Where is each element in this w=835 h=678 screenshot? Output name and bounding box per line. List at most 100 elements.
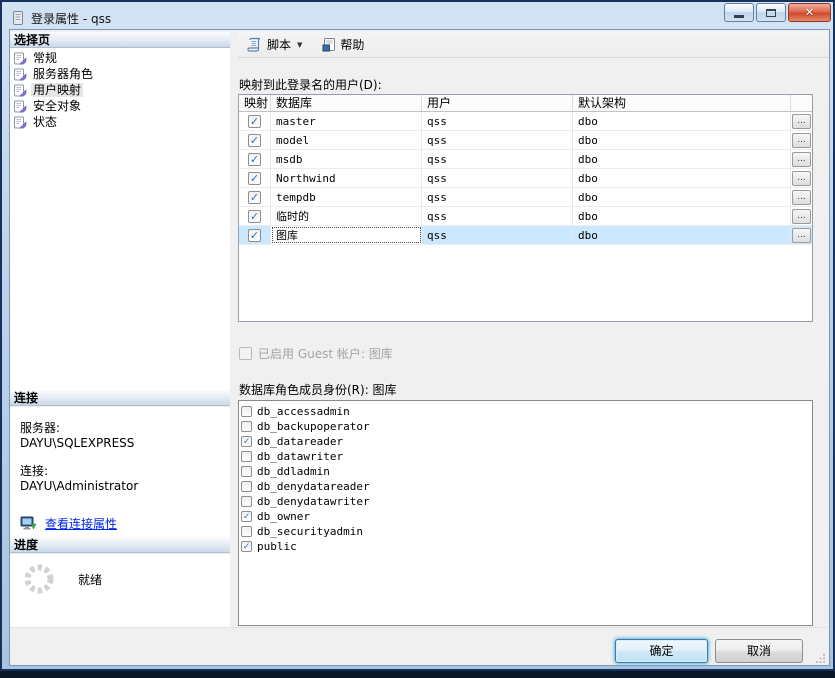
browse-schema-button[interactable]: ...	[792, 171, 811, 186]
user-cell[interactable]: qss	[422, 150, 573, 168]
schema-cell[interactable]: dbo	[573, 226, 791, 244]
role-list-item[interactable]: db_ddladmin	[241, 464, 812, 479]
window-frame: 登录属性 - qss ✕ 选择页 常规	[0, 0, 835, 671]
guest-enabled-checkbox	[239, 347, 252, 360]
mapped-checkbox[interactable]: ✓	[248, 115, 261, 128]
script-button[interactable]: 脚本 ▼	[244, 34, 305, 55]
database-cell[interactable]: msdb	[271, 150, 422, 168]
database-cell[interactable]: tempdb	[271, 188, 422, 206]
column-header-database[interactable]: 数据库	[271, 95, 422, 111]
connection-properties-icon	[20, 516, 37, 531]
schema-cell[interactable]: dbo	[573, 207, 791, 225]
role-list-item[interactable]: ✓ db_owner	[241, 509, 812, 524]
help-button[interactable]: 帮助	[319, 34, 367, 55]
column-header-user[interactable]: 用户	[422, 95, 573, 111]
table-row[interactable]: ✓ 图库 qss dbo ...	[239, 226, 812, 245]
database-cell[interactable]: 临时的	[271, 207, 422, 225]
role-checkbox[interactable]	[241, 481, 252, 492]
close-button[interactable]: ✕	[788, 3, 831, 22]
user-cell[interactable]: qss	[422, 169, 573, 187]
close-icon: ✕	[805, 6, 814, 19]
database-cell[interactable]: Northwind	[271, 169, 422, 187]
role-checkbox[interactable]	[241, 406, 252, 417]
connection-header: 连接	[10, 390, 230, 406]
table-row[interactable]: ✓ model qss dbo ...	[239, 131, 812, 150]
browse-schema-button[interactable]: ...	[792, 209, 811, 224]
resize-grip[interactable]	[816, 653, 826, 663]
database-cell[interactable]: 图库	[271, 226, 422, 244]
mapped-checkbox[interactable]: ✓	[248, 229, 261, 242]
mapped-checkbox[interactable]: ✓	[248, 153, 261, 166]
role-checkbox[interactable]: ✓	[241, 541, 252, 552]
role-list-item[interactable]: db_securityadmin	[241, 524, 812, 539]
schema-cell[interactable]: dbo	[573, 150, 791, 168]
sidebar-page-item[interactable]: 服务器角色	[10, 66, 230, 82]
role-checkbox[interactable]: ✓	[241, 436, 252, 447]
role-list-item[interactable]: db_denydatawriter	[241, 494, 812, 509]
role-checkbox[interactable]: ✓	[241, 511, 252, 522]
schema-cell[interactable]: dbo	[573, 188, 791, 206]
minimize-button[interactable]	[724, 3, 754, 22]
mapped-checkbox[interactable]: ✓	[248, 191, 261, 204]
browse-schema-button[interactable]: ...	[792, 228, 811, 243]
role-list-item[interactable]: ✓ db_datareader	[241, 434, 812, 449]
role-list-item[interactable]: db_denydatareader	[241, 479, 812, 494]
role-list-item[interactable]: db_accessadmin	[241, 404, 812, 419]
role-checkbox[interactable]	[241, 421, 252, 432]
table-row[interactable]: ✓ 临时的 qss dbo ...	[239, 207, 812, 226]
cancel-button[interactable]: 取消	[715, 639, 803, 663]
titlebar[interactable]: 登录属性 - qss	[12, 7, 823, 29]
sidebar-page-item[interactable]: 安全对象	[10, 98, 230, 114]
server-value: DAYU\SQLEXPRESS	[20, 436, 230, 450]
maximize-icon	[766, 9, 776, 17]
role-list-item[interactable]: db_datawriter	[241, 449, 812, 464]
database-cell[interactable]: master	[271, 112, 422, 130]
browse-schema-button[interactable]: ...	[792, 190, 811, 205]
login-properties-icon	[12, 10, 25, 26]
browse-schema-button[interactable]: ...	[792, 114, 811, 129]
user-cell[interactable]: qss	[422, 207, 573, 225]
sidebar-page-item[interactable]: 状态	[10, 114, 230, 130]
sidebar-page-item[interactable]: 常规	[10, 50, 230, 66]
mapped-checkbox[interactable]: ✓	[248, 172, 261, 185]
schema-cell[interactable]: dbo	[573, 112, 791, 130]
sidebar-page-label: 服务器角色	[31, 67, 95, 81]
mapped-checkbox[interactable]: ✓	[248, 134, 261, 147]
database-roles-listbox[interactable]: db_accessadmin db_backupoperator ✓ db_da…	[238, 400, 813, 626]
script-icon	[247, 37, 263, 53]
maximize-button[interactable]	[756, 3, 786, 22]
table-row[interactable]: ✓ msdb qss dbo ...	[239, 150, 812, 169]
browse-schema-button[interactable]: ...	[792, 133, 811, 148]
sidebar-page-item[interactable]: 用户映射	[10, 82, 230, 98]
table-header-row: 映射 数据库 用户 默认架构	[239, 95, 812, 112]
role-checkbox[interactable]	[241, 451, 252, 462]
server-label: 服务器:	[20, 419, 230, 436]
role-checkbox[interactable]	[241, 496, 252, 507]
user-mapping-page: 脚本 ▼ 帮助 映射到此登录名的用户(D):	[238, 32, 829, 627]
chevron-down-icon: ▼	[297, 41, 302, 49]
view-connection-properties-link[interactable]: 查看连接属性	[45, 515, 117, 532]
mapped-checkbox[interactable]: ✓	[248, 210, 261, 223]
database-cell[interactable]: model	[271, 131, 422, 149]
role-name: db_datawriter	[257, 450, 343, 463]
guest-enabled-label: 已启用 Guest 帐户: 图库	[258, 345, 393, 362]
page-icon	[13, 116, 27, 129]
table-row[interactable]: ✓ Northwind qss dbo ...	[239, 169, 812, 188]
browse-schema-button[interactable]: ...	[792, 152, 811, 167]
ok-button[interactable]: 确定	[615, 639, 708, 663]
user-cell[interactable]: qss	[422, 131, 573, 149]
dialog-footer: 确定 取消	[10, 627, 829, 665]
role-checkbox[interactable]	[241, 526, 252, 537]
role-list-item[interactable]: db_backupoperator	[241, 419, 812, 434]
column-header-mapped[interactable]: 映射	[239, 95, 271, 111]
schema-cell[interactable]: dbo	[573, 169, 791, 187]
table-row[interactable]: ✓ tempdb qss dbo ...	[239, 188, 812, 207]
user-cell[interactable]: qss	[422, 112, 573, 130]
role-checkbox[interactable]	[241, 466, 252, 477]
schema-cell[interactable]: dbo	[573, 131, 791, 149]
table-row[interactable]: ✓ master qss dbo ...	[239, 112, 812, 131]
role-list-item[interactable]: ✓ public	[241, 539, 812, 554]
user-cell[interactable]: qss	[422, 226, 573, 244]
column-header-schema[interactable]: 默认架构	[573, 95, 791, 111]
user-cell[interactable]: qss	[422, 188, 573, 206]
